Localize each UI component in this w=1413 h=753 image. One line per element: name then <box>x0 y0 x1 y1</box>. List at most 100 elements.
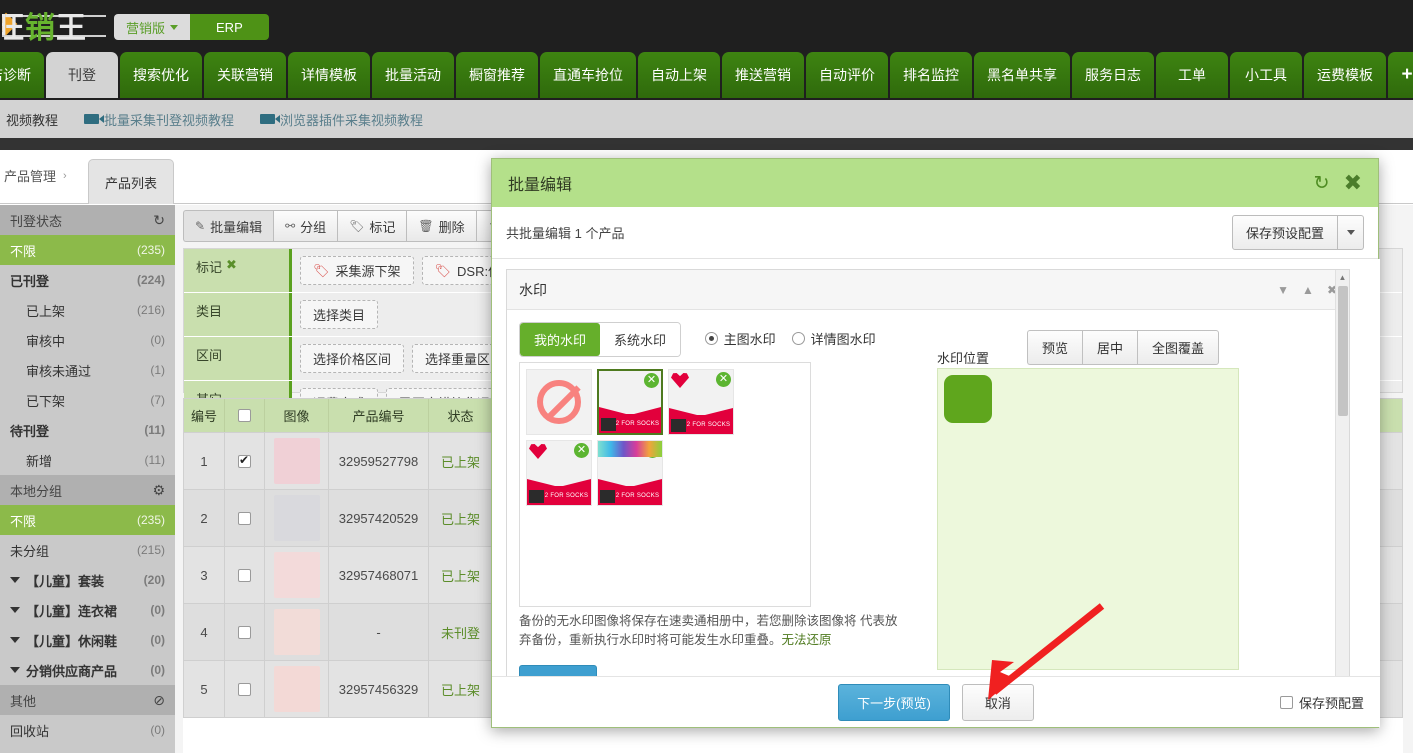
ban-icon[interactable]: ⊘ <box>153 692 165 709</box>
table-header-label: 编号 <box>190 409 217 424</box>
sidebar-item-1-0[interactable]: 不限 (235) <box>0 505 175 535</box>
sidebar-item-2-0[interactable]: 回收站 (0) <box>0 715 175 745</box>
filter-chip-0-0[interactable]: 🏷 采集源下架 <box>300 256 414 285</box>
caret-down-icon[interactable] <box>10 667 20 673</box>
row-select-checkbox[interactable] <box>238 511 251 525</box>
product-thumbnail[interactable] <box>273 495 320 541</box>
filter-clear-icon[interactable]: ✖ <box>226 257 237 273</box>
filter-chip-1-0[interactable]: 选择类目 <box>300 300 379 329</box>
sidebar-item-0-4[interactable]: 审核未通过 (1) <box>0 355 175 385</box>
close-icon[interactable]: ✖ <box>1344 172 1362 194</box>
panel-scrollbar[interactable]: ▲ ▼ <box>1335 270 1349 678</box>
watermark-thumbnail-3[interactable]: ✕ BUY 2 FOR SOCKS <box>526 440 592 506</box>
row-select-checkbox[interactable] <box>238 568 251 582</box>
delete-watermark-icon[interactable]: ✕ <box>644 373 659 388</box>
position-button-2[interactable]: 全图覆盖 <box>1137 330 1220 365</box>
nav-tab-16[interactable]: 运费模板 <box>1304 52 1386 98</box>
product-thumbnail[interactable] <box>273 609 320 655</box>
sidebar-item-1-4[interactable]: 【儿童】休闲鞋 (0) <box>0 625 175 655</box>
breadcrumb-root[interactable]: 产品管理 <box>4 166 56 185</box>
filter-chip-2-0[interactable]: 选择价格区间 <box>300 344 405 373</box>
product-thumbnail[interactable] <box>273 552 320 598</box>
nav-tab-7[interactable]: 直通车抢位 <box>540 52 636 98</box>
caret-down-icon[interactable] <box>10 577 20 583</box>
row-select-checkbox[interactable] <box>238 625 251 639</box>
delete-watermark-icon[interactable]: ✕ <box>716 372 731 387</box>
watermark-thumbnail-1[interactable]: ✕ BUY 2 FOR SOCKS <box>597 369 663 435</box>
refresh-icon[interactable]: ↻ <box>153 212 165 229</box>
nav-tab-12[interactable]: 黑名单共享 <box>974 52 1070 98</box>
nav-tab-3[interactable]: 关联营销 <box>204 52 286 98</box>
preset-dropdown-arrow[interactable] <box>1338 215 1364 250</box>
watermark-position-marker[interactable] <box>944 375 992 423</box>
toolbar-button-0[interactable]: ✎ 批量编辑 <box>183 210 274 242</box>
scrollbar-thumb[interactable] <box>1338 286 1348 416</box>
watermark-position-canvas[interactable] <box>937 368 1239 670</box>
nav-tab-6[interactable]: 橱窗推荐 <box>456 52 538 98</box>
sidebar-item-count: (20) <box>143 573 165 587</box>
nav-tab-17[interactable]: + <box>1388 52 1413 98</box>
nav-tab-13[interactable]: 服务日志 <box>1072 52 1154 98</box>
gear-icon[interactable]: ⚙ <box>152 482 165 499</box>
watermark-thumbnail-4[interactable]: ✕BUY 2 FOR SOCKS <box>597 440 663 506</box>
app-logo[interactable]: 旺销王 <box>2 2 106 44</box>
sidebar-item-0-6[interactable]: 待刊登 (11) <box>0 415 175 445</box>
nav-tab-9[interactable]: 推送营销 <box>722 52 804 98</box>
save-preconfig-checkbox-group[interactable]: 保存预配置 <box>1279 693 1364 712</box>
scroll-up-icon[interactable]: ▲ <box>1336 270 1349 284</box>
page-tab-product-list[interactable]: 产品列表 <box>88 159 175 204</box>
segment-system-watermark[interactable]: 系统水印 <box>600 323 681 356</box>
toolbar-button-1[interactable]: ⚯ 分组 <box>273 210 338 242</box>
sidebar-item-0-2[interactable]: 已上架 (216) <box>0 295 175 325</box>
nav-tab-14[interactable]: 工单 <box>1156 52 1228 98</box>
sidebar-item-1-5[interactable]: 分销供应商产品 (0) <box>0 655 175 685</box>
nav-tab-10[interactable]: 自动评价 <box>806 52 888 98</box>
nav-tab-4[interactable]: 详情模板 <box>288 52 370 98</box>
segment-my-watermark[interactable]: 我的水印 <box>520 323 601 356</box>
video-link-browser-plugin[interactable]: 浏览器插件采集视频教程 <box>260 110 423 129</box>
nav-tab-8[interactable]: 自动上架 <box>638 52 720 98</box>
sidebar-item-0-5[interactable]: 已下架 (7) <box>0 385 175 415</box>
watermark-thumbnail-2[interactable]: ✕ BUY 2 FOR SOCKS <box>668 369 734 435</box>
sidebar-item-0-0[interactable]: 不限 (235) <box>0 235 175 265</box>
sidebar-item-0-7[interactable]: 新增 (11) <box>0 445 175 475</box>
radio-detail-image-watermark[interactable]: 详情图水印 <box>791 329 876 348</box>
product-thumbnail[interactable] <box>273 438 320 484</box>
nav-tab-1[interactable]: 刊登 <box>46 52 118 98</box>
nav-tab-2[interactable]: 搜索优化 <box>120 52 202 98</box>
toolbar-button-3[interactable]: 🗑 删除 <box>406 210 476 242</box>
table-cell-2 <box>265 433 329 489</box>
toolbar-button-2[interactable]: 🏷 标记 <box>337 210 407 242</box>
collapse-down-icon[interactable]: ▼ <box>1277 283 1289 297</box>
nav-tab-0[interactable]: 全店诊断 <box>0 52 44 98</box>
nav-tab-11[interactable]: 排名监控 <box>890 52 972 98</box>
cancel-button[interactable]: 取消 <box>961 683 1034 721</box>
product-thumbnail[interactable] <box>273 666 320 712</box>
version-dropdown-button[interactable]: 营销版 <box>114 14 191 40</box>
radio-main-image-watermark[interactable]: 主图水印 <box>704 329 776 348</box>
sidebar-item-0-1[interactable]: 已刊登 (224) <box>0 265 175 295</box>
row-select-checkbox[interactable] <box>238 453 251 468</box>
nav-tab-label: 直通车抢位 <box>553 67 623 83</box>
collapse-up-icon[interactable]: ▲ <box>1302 283 1314 297</box>
caret-down-icon[interactable] <box>10 607 20 613</box>
watermark-thumbnail-0[interactable] <box>526 369 592 435</box>
save-preset-config-button[interactable]: 保存预设配置 <box>1231 215 1338 250</box>
position-button-1[interactable]: 居中 <box>1082 330 1138 365</box>
caret-down-icon[interactable] <box>10 637 20 643</box>
save-preconfig-checkbox[interactable] <box>1279 695 1293 709</box>
video-link-batch-collect[interactable]: 批量采集刊登视频教程 <box>84 110 234 129</box>
sidebar-item-1-2[interactable]: 【儿童】套装 (20) <box>0 565 175 595</box>
refresh-icon[interactable]: ↻ <box>1314 174 1330 193</box>
sidebar-item-1-3[interactable]: 【儿童】连衣裙 (0) <box>0 595 175 625</box>
nav-tab-15[interactable]: 小工具 <box>1230 52 1302 98</box>
sidebar-item-1-1[interactable]: 未分组 (215) <box>0 535 175 565</box>
erp-button[interactable]: ERP <box>190 14 269 40</box>
sidebar-item-0-3[interactable]: 审核中 (0) <box>0 325 175 355</box>
position-button-0[interactable]: 预览 <box>1027 330 1083 365</box>
select-all-checkbox[interactable] <box>238 409 251 422</box>
next-preview-button[interactable]: 下一步(预览) <box>838 683 950 721</box>
row-select-checkbox[interactable] <box>238 682 251 696</box>
delete-watermark-icon[interactable]: ✕ <box>574 443 589 458</box>
nav-tab-5[interactable]: 批量活动 <box>372 52 454 98</box>
